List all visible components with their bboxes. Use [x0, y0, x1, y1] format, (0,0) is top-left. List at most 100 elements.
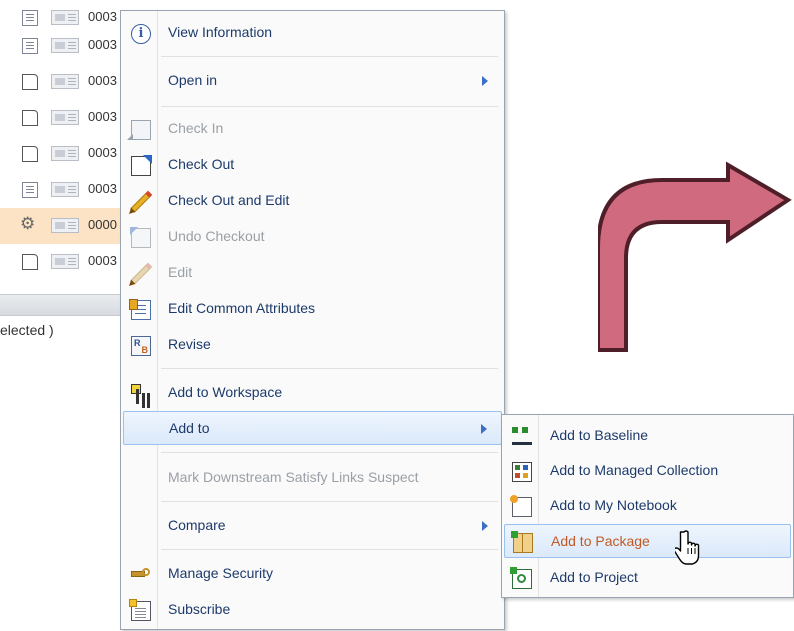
blank-document-icon [22, 146, 38, 162]
menu-item-view-information[interactable]: i View Information [123, 16, 502, 50]
document-lines-icon [22, 10, 38, 26]
menu-item-edit[interactable]: Edit [123, 256, 502, 290]
menu-item-revise[interactable]: Revise [123, 328, 502, 362]
gear-icon: ⚙ [20, 214, 36, 233]
list-row-selected[interactable]: ⚙ 0000 [0, 208, 130, 244]
menu-item-compare[interactable]: Compare [123, 509, 502, 543]
blank-document-icon [22, 74, 38, 90]
revise-icon [131, 336, 151, 356]
menu-item-open-in[interactable]: Open in [123, 64, 502, 98]
menu-separator [161, 106, 498, 107]
thumbnail-icon [51, 254, 79, 269]
key-icon [131, 565, 151, 585]
selection-status-text: elected ) [0, 322, 54, 338]
menu-item-label: Edit Common Attributes [168, 300, 316, 316]
menu-separator [161, 501, 498, 502]
managed-collection-icon [512, 462, 532, 482]
submenu-arrow-icon [482, 76, 488, 86]
add-to-submenu: Add to Baseline Add to Managed Collectio… [501, 414, 794, 598]
menu-item-add-to-workspace[interactable]: Add to Workspace [123, 376, 502, 410]
row-number: 0003 [88, 109, 117, 124]
menu-separator [161, 368, 498, 369]
check-in-icon [127, 120, 151, 140]
menu-item-label: View Information [168, 24, 273, 40]
row-number: 0000 [88, 217, 117, 232]
project-icon [510, 567, 532, 589]
list-row[interactable]: 0003 [0, 244, 130, 280]
pencil-icon [127, 260, 155, 288]
list-row[interactable]: 0003 [0, 28, 130, 64]
menu-item-label: Compare [168, 517, 226, 533]
blank-document-icon [22, 110, 38, 126]
thumbnail-icon [51, 182, 79, 197]
row-number: 0003 [88, 253, 117, 268]
subscribe-icon [129, 599, 151, 621]
menu-item-mark-downstream-suspect[interactable]: Mark Downstream Satisfy Links Suspect [123, 461, 502, 495]
menu-item-label: Add to Managed Collection [550, 462, 719, 478]
submenu-arrow-icon [482, 521, 488, 531]
document-lines-icon [22, 182, 38, 198]
horizontal-scrollbar[interactable] [0, 294, 130, 316]
workspace-icon [131, 384, 151, 404]
thumbnail-icon [51, 10, 79, 25]
menu-item-manage-security[interactable]: Manage Security [123, 557, 502, 591]
menu-item-label: Revise [168, 336, 211, 352]
menu-item-label: Open in [168, 72, 218, 88]
menu-item-label: Check Out and Edit [168, 192, 290, 208]
menu-item-label: Undo Checkout [168, 228, 265, 244]
menu-separator [161, 549, 498, 550]
row-number: 0003 [88, 37, 117, 52]
thumbnail-icon [51, 38, 79, 53]
context-menu: i View Information Open in Check In Chec… [120, 10, 505, 630]
menu-item-label: Add to Baseline [550, 427, 649, 443]
row-number: 0003 [88, 9, 117, 24]
submenu-arrow-icon [481, 424, 487, 434]
menu-item-subscribe[interactable]: Subscribe [123, 593, 502, 627]
menu-item-check-in[interactable]: Check In [123, 112, 502, 146]
baseline-icon [512, 427, 532, 447]
menu-item-label: Add to [169, 420, 210, 436]
menu-item-label: Edit [168, 264, 193, 280]
menu-item-label: Mark Downstream Satisfy Links Suspect [168, 469, 419, 485]
menu-separator [161, 452, 498, 453]
menu-item-label: Add to My Notebook [550, 497, 677, 513]
menu-item-check-out[interactable]: Check Out [123, 148, 502, 182]
menu-item-label: Subscribe [168, 601, 231, 617]
thumbnail-icon [51, 110, 79, 125]
document-lines-icon [22, 38, 38, 54]
check-out-icon [131, 155, 152, 176]
submenu-item-add-to-package[interactable]: Add to Package [504, 524, 791, 558]
submenu-item-add-to-managed-collection[interactable]: Add to Managed Collection [504, 454, 791, 488]
menu-item-label: Check Out [168, 156, 235, 172]
info-icon: i [131, 24, 151, 44]
menu-item-label: Add to Project [550, 569, 638, 585]
menu-item-edit-common-attributes[interactable]: Edit Common Attributes [123, 292, 502, 326]
thumbnail-icon [51, 74, 79, 89]
blank-document-icon [22, 254, 38, 270]
undo-checkout-icon [130, 227, 151, 248]
list-row[interactable]: 0003 [0, 136, 130, 172]
menu-item-undo-checkout[interactable]: Undo Checkout [123, 220, 502, 254]
menu-item-label: Check In [168, 120, 224, 136]
edit-attributes-icon [129, 299, 151, 320]
curved-arrow-graphic [598, 161, 792, 352]
notebook-icon [510, 495, 532, 517]
list-row[interactable]: 0003 [0, 100, 130, 136]
thumbnail-icon [51, 218, 79, 233]
submenu-item-add-to-baseline[interactable]: Add to Baseline [504, 419, 791, 453]
menu-item-check-out-and-edit[interactable]: Check Out and Edit [123, 184, 502, 218]
submenu-item-add-to-project[interactable]: Add to Project [504, 561, 791, 595]
row-number: 0003 [88, 73, 117, 88]
package-icon [511, 531, 533, 553]
submenu-item-add-to-my-notebook[interactable]: Add to My Notebook [504, 489, 791, 523]
menu-item-label: Add to Package [551, 533, 650, 549]
list-row[interactable]: 0003 [0, 172, 130, 208]
hand-pointer-cursor-icon [675, 530, 700, 565]
menu-item-add-to[interactable]: Add to [123, 411, 502, 445]
list-row[interactable]: 0003 [0, 64, 130, 100]
row-number: 0003 [88, 181, 117, 196]
row-number: 0003 [88, 145, 117, 160]
pencil-icon [127, 188, 155, 216]
menu-separator [161, 56, 498, 57]
menu-item-label: Add to Workspace [168, 384, 283, 400]
